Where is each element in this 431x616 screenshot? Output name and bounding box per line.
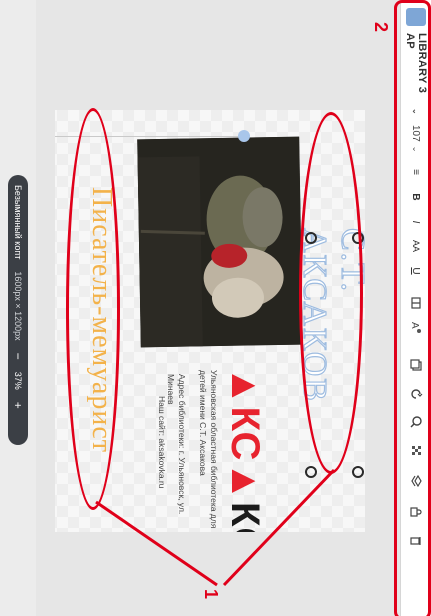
zoom-out-button[interactable]: − bbox=[11, 353, 25, 360]
document-status-pill: Безымянный копт 1600px × 1200px − 37% + bbox=[8, 175, 28, 445]
bottom-bar: Безымянный копт 1600px × 1200px − 37% + bbox=[0, 0, 36, 616]
annotation-pointer-lines bbox=[95, 468, 336, 587]
document-size: 1600px × 1200px bbox=[13, 271, 23, 341]
document-name[interactable]: Безымянный копт bbox=[13, 185, 23, 259]
zoom-in-button[interactable]: + bbox=[11, 402, 25, 409]
zoom-level: 37% bbox=[13, 371, 23, 390]
editor-stage: LIBRARY 3 AP ⌄ 107 ⌄ ≡ B I AA U A 2 С.Т.… bbox=[0, 0, 431, 616]
